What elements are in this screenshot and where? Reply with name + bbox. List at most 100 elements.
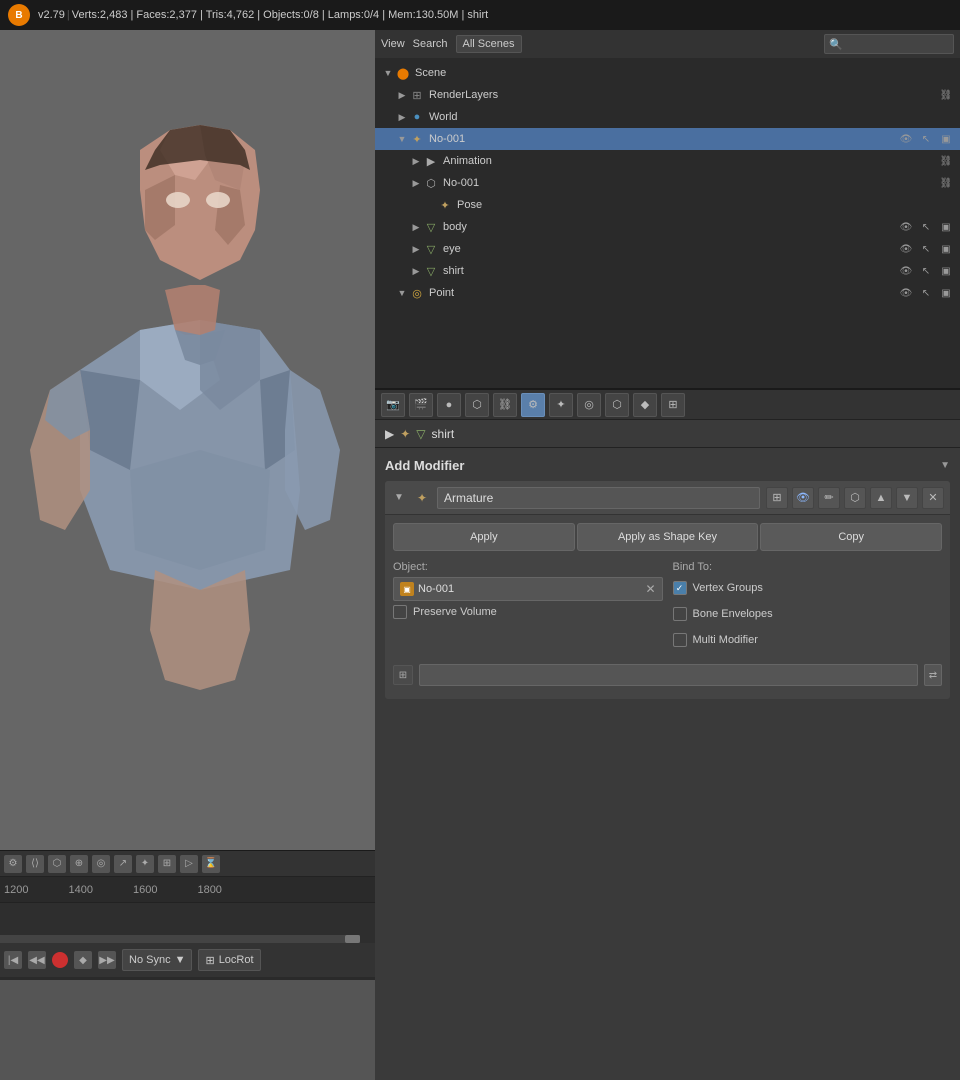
prop-object-icon[interactable]: ⬡ [465, 393, 489, 417]
shirt-cursor-icon[interactable]: ↖ [918, 263, 934, 279]
shirt-camera-icon[interactable]: ▣ [938, 263, 954, 279]
tree-item-point[interactable]: ▼ ◎ Point 👁 ↖ ▣ [375, 282, 960, 304]
apply-shape-key-button[interactable]: Apply as Shape Key [577, 523, 759, 551]
preserve-volume-row[interactable]: Preserve Volume [393, 601, 663, 623]
all-scenes-dropdown[interactable]: All Scenes [456, 35, 522, 53]
search-menu[interactable]: Search [413, 38, 448, 50]
eye-eye-icon[interactable]: 👁 [898, 241, 914, 257]
prop-modifier-icon[interactable]: ⚙ [521, 393, 545, 417]
no001-camera-icon[interactable]: ▣ [938, 131, 954, 147]
timeline-icon8[interactable]: ⊞ [158, 855, 176, 873]
vertex-group-swap-icon[interactable]: ⇄ [924, 664, 942, 686]
tree-item-animation[interactable]: ▶ ▶ Animation ⛓ [375, 150, 960, 172]
modifier-down-icon[interactable]: ▼ [896, 487, 918, 509]
tree-item-renderlayers[interactable]: ▶ ⊞ RenderLayers ⛓ [375, 84, 960, 106]
multi-modifier-row[interactable]: Multi Modifier [673, 629, 943, 651]
timeline-icon4[interactable]: ⊕ [70, 855, 88, 873]
prop-texture-icon[interactable]: ⊞ [661, 393, 685, 417]
prop-world-icon[interactable]: ● [437, 393, 461, 417]
no001-bone-link-icon[interactable]: ⛓ [938, 175, 954, 191]
body-toggle[interactable]: ▶ [409, 220, 423, 234]
shirt-toggle[interactable]: ▶ [409, 264, 423, 278]
shirt-eye-icon[interactable]: 👁 [898, 263, 914, 279]
no001-bone-toggle[interactable]: ▶ [409, 176, 423, 190]
modifier-name-input[interactable] [437, 487, 760, 509]
prop-scene-icon[interactable]: 🎬 [409, 393, 433, 417]
modifier-block: ▼ ✦ ⊞ 👁 ✏ ⬡ ▲ ▼ ✕ [385, 481, 950, 699]
prop-render-icon[interactable]: 📷 [381, 393, 405, 417]
timeline-back-icon[interactable]: |◀ [4, 951, 22, 969]
object-field[interactable]: ▣ No-001 ✕ [393, 577, 663, 601]
eye-cursor-icon[interactable]: ↖ [918, 241, 934, 257]
timeline-icon5[interactable]: ◎ [92, 855, 110, 873]
world-toggle[interactable]: ▶ [395, 110, 409, 124]
point-cursor-icon[interactable]: ↖ [918, 285, 934, 301]
tree-item-no001[interactable]: ▼ ✦ No-001 👁 ↖ ▣ [375, 128, 960, 150]
tree-item-scene[interactable]: ▼ ⬤ Scene [375, 62, 960, 84]
outliner-search-input[interactable]: 🔍 [824, 34, 954, 54]
timeline-icon2[interactable]: ⟨⟩ [26, 855, 44, 873]
body-eye-icon[interactable]: 👁 [898, 219, 914, 235]
eye-toggle[interactable]: ▶ [409, 242, 423, 256]
object-field-clear[interactable]: ✕ [645, 582, 655, 596]
viewport[interactable]: ⚙ ⟨⟩ ⬡ ⊕ ◎ ↗ ✦ ⊞ ▷ ⌛ 1200 1400 1600 1800… [0, 30, 375, 980]
prop-physics-icon[interactable]: ◎ [577, 393, 601, 417]
multi-modifier-checkbox[interactable] [673, 633, 687, 647]
prop-constraints-icon[interactable]: ⛓ [493, 393, 517, 417]
prop-particles-icon[interactable]: ✦ [549, 393, 573, 417]
timeline-settings-icon[interactable]: ⚙ [4, 855, 22, 873]
animation-toggle[interactable]: ▶ [409, 154, 423, 168]
prop-material-icon[interactable]: ◆ [633, 393, 657, 417]
modifier-close-icon[interactable]: ✕ [922, 487, 944, 509]
prop-mesh-icon[interactable]: ⬡ [605, 393, 629, 417]
tree-item-pose[interactable]: ▶ ✦ Pose [375, 194, 960, 216]
timeline-record-btn[interactable] [52, 952, 68, 968]
point-toggle[interactable]: ▼ [395, 286, 409, 300]
tree-item-shirt[interactable]: ▶ ▽ shirt 👁 ↖ ▣ [375, 260, 960, 282]
preserve-volume-checkbox[interactable] [393, 605, 407, 619]
modifier-eye-icon[interactable]: 👁 [792, 487, 814, 509]
tree-item-no001-bone[interactable]: ▶ ⬡ No-001 ⛓ [375, 172, 960, 194]
vertex-groups-row[interactable]: ✓ Vertex Groups [673, 577, 943, 599]
timeline-scrubber[interactable] [0, 903, 375, 943]
no001-toggle[interactable]: ▼ [395, 132, 409, 146]
tree-item-body[interactable]: ▶ ▽ body 👁 ↖ ▣ [375, 216, 960, 238]
animation-link-icon[interactable]: ⛓ [938, 153, 954, 169]
timeline-icon6[interactable]: ↗ [114, 855, 132, 873]
timeline-prev-icon[interactable]: ◀◀ [28, 951, 46, 969]
renderlayers-toggle[interactable]: ▶ [395, 88, 409, 102]
renderlayers-link-icon[interactable]: ⛓ [938, 87, 954, 103]
apply-button[interactable]: Apply [393, 523, 575, 551]
timeline-next-icon[interactable]: ▶▶ [98, 951, 116, 969]
timeline-icon3[interactable]: ⬡ [48, 855, 66, 873]
tree-item-world[interactable]: ▶ ● World [375, 106, 960, 128]
modifier-edit-icon[interactable]: ✏ [818, 487, 840, 509]
modifier-up-icon[interactable]: ▲ [870, 487, 892, 509]
modifier-collapse-btn[interactable]: ▼ [391, 490, 407, 506]
timeline-icon7[interactable]: ✦ [136, 855, 154, 873]
timeline-scrubbar-handle[interactable] [345, 935, 360, 943]
tree-item-eye[interactable]: ▶ ▽ eye 👁 ↖ ▣ [375, 238, 960, 260]
body-camera-icon[interactable]: ▣ [938, 219, 954, 235]
bone-envelopes-checkbox[interactable] [673, 607, 687, 621]
body-cursor-icon[interactable]: ↖ [918, 219, 934, 235]
bone-envelopes-row[interactable]: Bone Envelopes [673, 603, 943, 625]
timeline-icon9[interactable]: ▷ [180, 855, 198, 873]
modifier-cage-icon[interactable]: ⬡ [844, 487, 866, 509]
timeline-diamond-icon[interactable]: ◆ [74, 951, 92, 969]
copy-button[interactable]: Copy [760, 523, 942, 551]
no001-eye-icon[interactable]: 👁 [898, 131, 914, 147]
view-menu[interactable]: View [381, 38, 405, 50]
vertex-groups-checkbox[interactable]: ✓ [673, 581, 687, 595]
modifier-header-icons: ⊞ 👁 ✏ ⬡ ▲ ▼ ✕ [766, 487, 944, 509]
no-sync-button[interactable]: No Sync ▼ [122, 949, 192, 971]
timeline-icon10[interactable]: ⌛ [202, 855, 220, 873]
scene-toggle[interactable]: ▼ [381, 66, 395, 80]
vertex-group-input[interactable] [419, 664, 918, 686]
modifier-render-icon[interactable]: ⊞ [766, 487, 788, 509]
locrot-button[interactable]: ⊞ LocRot [198, 949, 260, 971]
point-eye-icon[interactable]: 👁 [898, 285, 914, 301]
eye-camera-icon[interactable]: ▣ [938, 241, 954, 257]
no001-cursor-icon[interactable]: ↖ [918, 131, 934, 147]
point-camera-icon[interactable]: ▣ [938, 285, 954, 301]
